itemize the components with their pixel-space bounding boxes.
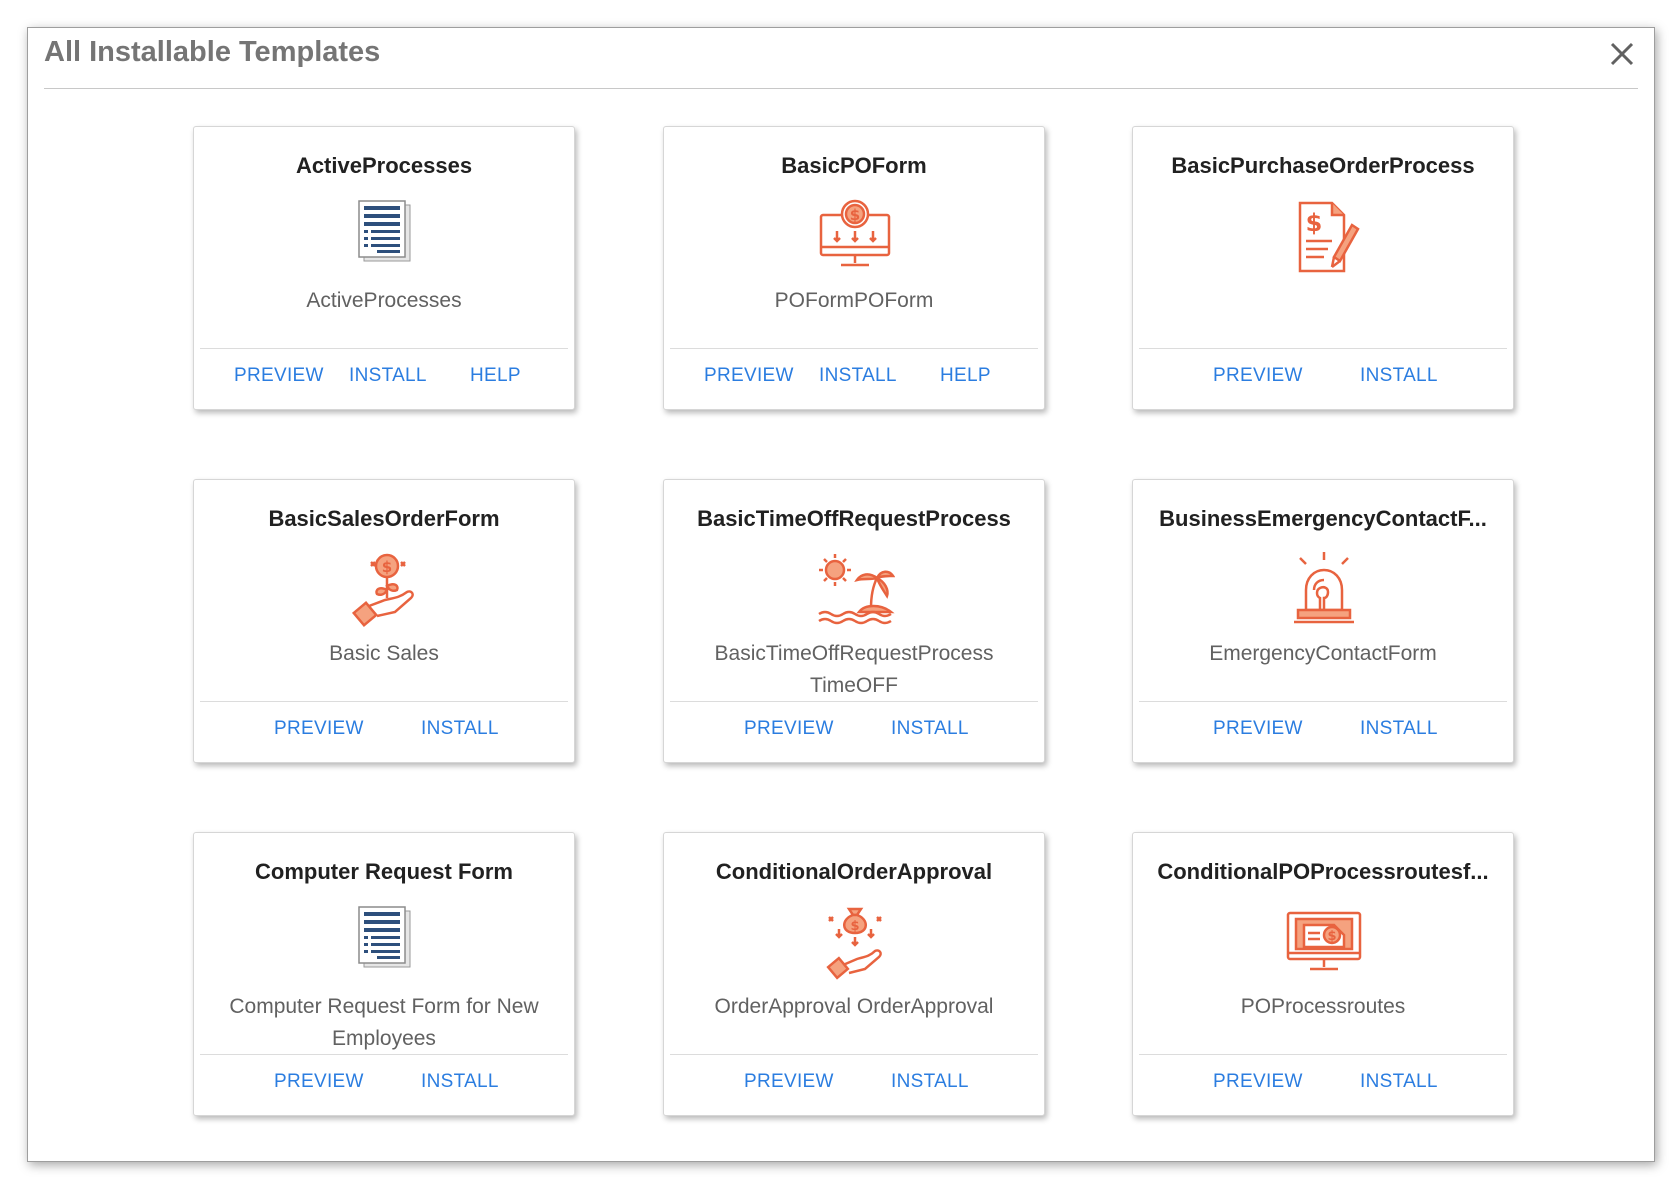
template-card-conditional-order-approval: ConditionalOrderApproval $ OrderApproval… (663, 832, 1045, 1116)
hand-money-plant-icon: $ (345, 550, 425, 630)
template-card-basic-sales-order-form: BasicSalesOrderForm $ Basic Sales PREVIE… (193, 479, 575, 763)
help-button[interactable]: HELP (470, 365, 521, 387)
template-card-computer-request-form: Computer Request Form Computer Request F… (193, 832, 575, 1116)
card-actions: PREVIEW INSTALL (1133, 1055, 1513, 1115)
svg-text:$: $ (1327, 929, 1336, 944)
install-button[interactable]: INSTALL (421, 718, 499, 740)
install-button[interactable]: INSTALL (1360, 1071, 1438, 1093)
card-title: ActiveProcesses (295, 153, 473, 178)
card-description: POProcessroutes (1240, 995, 1406, 1018)
alarm-siren-icon (1284, 550, 1364, 630)
install-button[interactable]: INSTALL (421, 1071, 499, 1093)
dialog-title: All Installable Templates (44, 36, 381, 68)
preview-button[interactable]: PREVIEW (744, 718, 834, 740)
card-description: OrderApproval OrderApproval (714, 995, 994, 1018)
card-title: BasicPOForm (781, 153, 927, 178)
card-actions: PREVIEW INSTALL (194, 702, 574, 762)
dialog-header: All Installable Templates (44, 28, 1638, 89)
svg-text:$: $ (850, 206, 860, 224)
card-description: ActiveProcesses (306, 289, 462, 312)
install-button[interactable]: INSTALL (1360, 718, 1438, 740)
preview-button[interactable]: PREVIEW (274, 1071, 364, 1093)
card-actions: PREVIEW INSTALL (1133, 702, 1513, 762)
card-title: BasicPurchaseOrderProcess (1171, 153, 1475, 178)
preview-button[interactable]: PREVIEW (744, 1071, 834, 1093)
install-button[interactable]: INSTALL (891, 1071, 969, 1093)
document-list-icon (345, 197, 425, 277)
card-actions: PREVIEW INSTALL (664, 702, 1044, 762)
card-actions: PREVIEW INSTALL (194, 1055, 574, 1115)
templates-dialog: All Installable Templates ActiveProcesse… (27, 27, 1655, 1162)
card-title: ConditionalOrderApproval (715, 859, 993, 884)
card-title: BusinessEmergencyContactF... (1159, 506, 1487, 531)
card-description: EmergencyContactForm (1209, 642, 1437, 665)
card-title: BasicTimeOffRequestProcess (697, 506, 1011, 531)
dollar-invoice-monitor-icon: $ (1284, 903, 1364, 983)
install-button[interactable]: INSTALL (819, 365, 897, 387)
preview-button[interactable]: PREVIEW (1213, 1071, 1303, 1093)
preview-button[interactable]: PREVIEW (704, 365, 794, 387)
svg-text:$: $ (1306, 209, 1323, 237)
card-title: ConditionalPOProcessroutesf... (1157, 859, 1489, 884)
card-actions: PREVIEW INSTALL (664, 1055, 1044, 1115)
install-button[interactable]: INSTALL (349, 365, 427, 387)
preview-button[interactable]: PREVIEW (234, 365, 324, 387)
help-button[interactable]: HELP (940, 365, 991, 387)
card-description: Computer Request Form for New Employees (229, 995, 539, 1050)
svg-text:$: $ (850, 919, 859, 934)
template-card-basic-po-form: BasicPOForm $ POFormPOForm PREVIEW INSTA… (663, 126, 1045, 410)
document-list-icon (345, 903, 425, 983)
card-actions: PREVIEW INSTALL HELP (664, 349, 1044, 409)
dollar-monitor-icon: $ (815, 197, 895, 277)
close-icon[interactable] (1606, 38, 1638, 70)
card-actions: PREVIEW INSTALL HELP (194, 349, 574, 409)
preview-button[interactable]: PREVIEW (1213, 365, 1303, 387)
preview-button[interactable]: PREVIEW (1213, 718, 1303, 740)
template-card-basic-time-off-request-process: BasicTimeOffRequestProcess BasicTimeOffR… (663, 479, 1045, 763)
install-button[interactable]: INSTALL (1360, 365, 1438, 387)
install-button[interactable]: INSTALL (891, 718, 969, 740)
preview-button[interactable]: PREVIEW (274, 718, 364, 740)
card-title: BasicSalesOrderForm (268, 506, 500, 531)
card-actions: PREVIEW INSTALL (1133, 349, 1513, 409)
card-description: BasicTimeOffRequestProcess TimeOFF (714, 642, 994, 697)
card-description: POFormPOForm (774, 289, 934, 312)
template-card-conditional-po-process-routes: ConditionalPOProcessroutesf... $ POProce… (1132, 832, 1514, 1116)
island-sun-icon (815, 550, 896, 630)
template-grid: ActiveProcesses ActiveProcesses PREVIEW … (193, 126, 1515, 1136)
template-card-business-emergency-contact: BusinessEmergencyContactF... EmergencyCo… (1132, 479, 1514, 763)
dollar-document-pen-icon: $ (1284, 197, 1364, 277)
hand-money-bag-icon: $ (815, 903, 895, 983)
card-title: Computer Request Form (255, 859, 513, 884)
svg-text:$: $ (382, 558, 392, 576)
card-description: Basic Sales (329, 642, 439, 665)
template-card-active-processes: ActiveProcesses ActiveProcesses PREVIEW … (193, 126, 575, 410)
template-card-basic-purchase-order-process: BasicPurchaseOrderProcess $ PREVIEW INST… (1132, 126, 1514, 410)
